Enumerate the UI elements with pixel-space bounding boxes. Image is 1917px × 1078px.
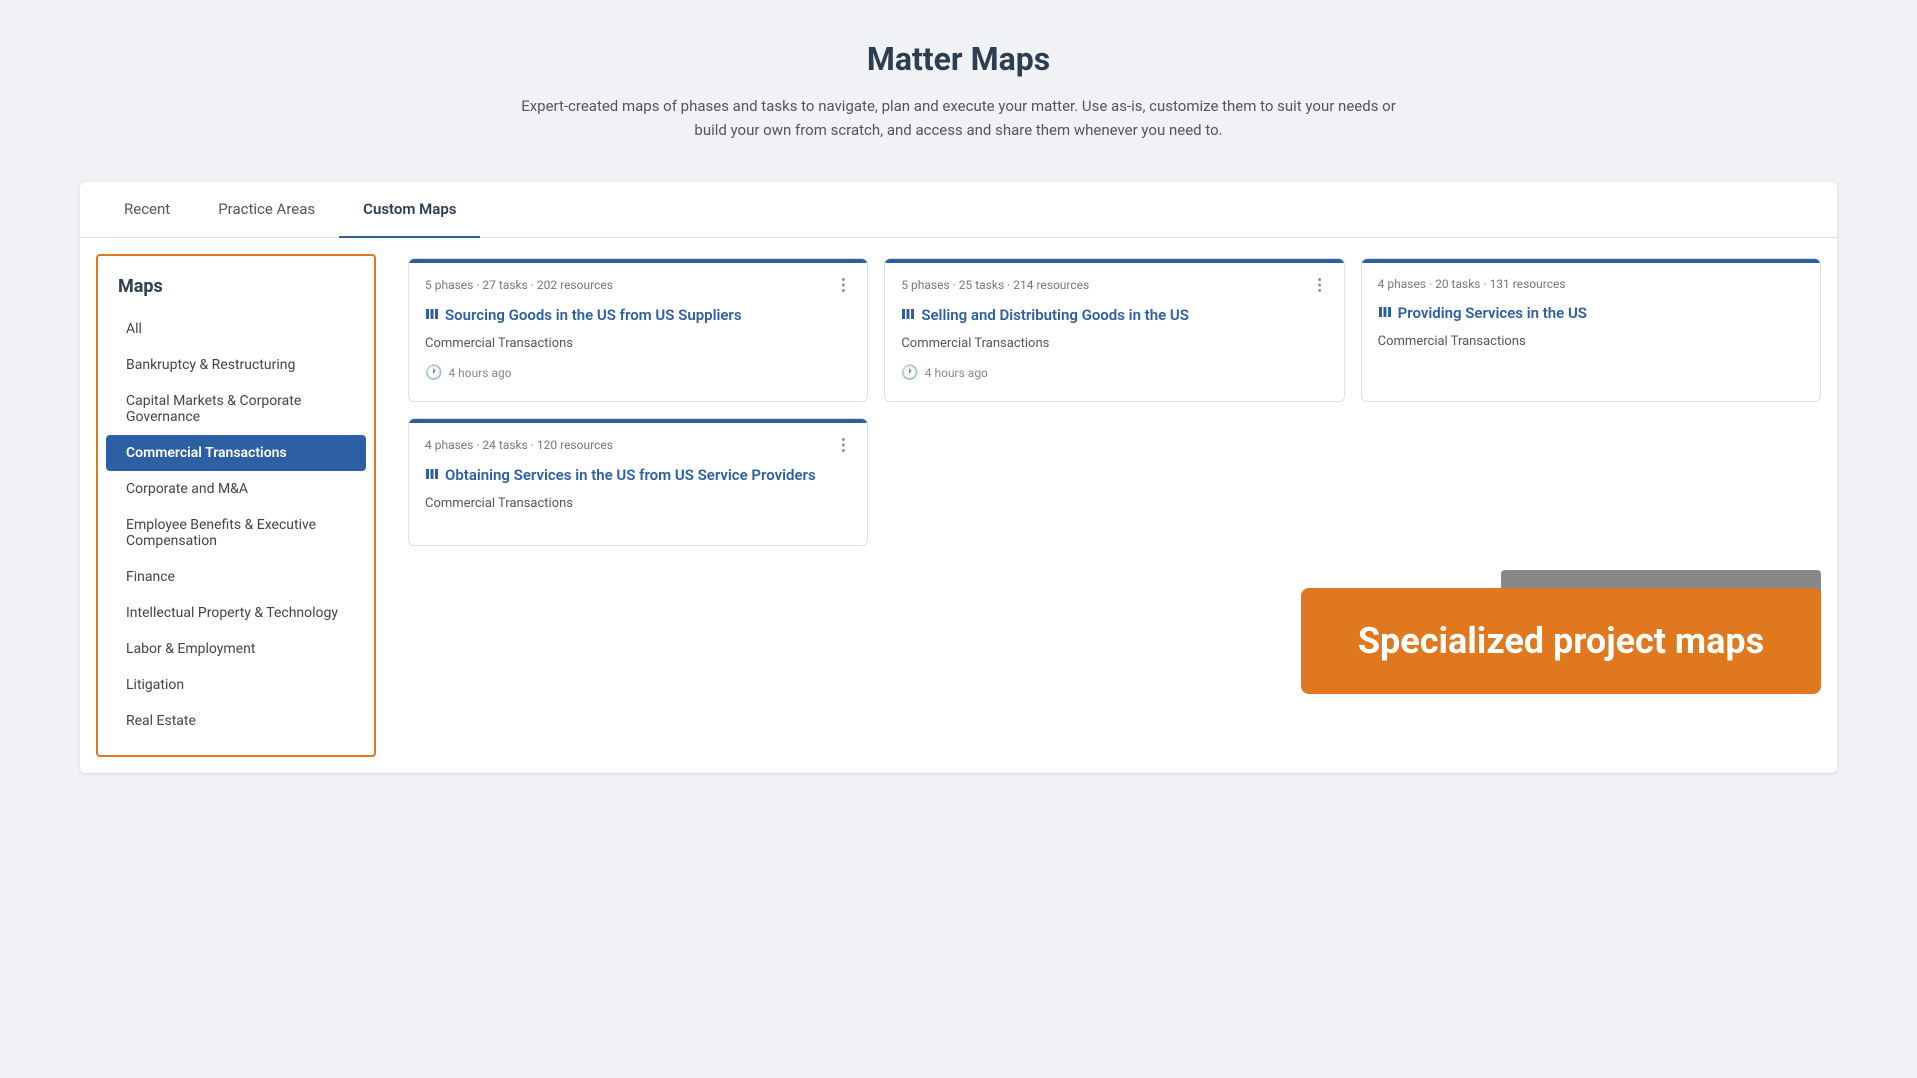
specialized-section: Specialized project maps xyxy=(408,570,1821,694)
card4-more-button[interactable]: ⋮ xyxy=(835,437,851,453)
card4-meta: 4 phases · 24 tasks · 120 resources ⋮ xyxy=(425,437,851,453)
sidebar-item-litigation[interactable]: Litigation xyxy=(106,667,366,703)
maps-area: 5 phases · 27 tasks · 202 resources ⋮ xyxy=(392,238,1837,773)
card1-meta: 5 phases · 27 tasks · 202 resources ⋮ xyxy=(425,277,851,293)
card1-time: 🕐 4 hours ago xyxy=(425,365,851,381)
main-container: Recent Practice Areas Custom Maps Maps A… xyxy=(80,182,1837,773)
map-icon-3 xyxy=(1378,305,1392,319)
specialized-banner[interactable]: Specialized project maps xyxy=(1301,588,1821,694)
card3-meta: 4 phases · 20 tasks · 131 resources xyxy=(1378,277,1804,291)
page-subtitle: Expert-created maps of phases and tasks … xyxy=(509,94,1409,142)
sidebar-item-bankruptcy[interactable]: Bankruptcy & Restructuring xyxy=(106,347,366,383)
card2-title[interactable]: Selling and Distributing Goods in the US xyxy=(901,305,1327,326)
sidebar-item-corporate-ma[interactable]: Corporate and M&A xyxy=(106,471,366,507)
tab-recent[interactable]: Recent xyxy=(100,182,194,238)
content-area: Maps All Bankruptcy & Restructuring Capi… xyxy=(80,238,1837,773)
map-card-3[interactable]: 4 phases · 20 tasks · 131 resources xyxy=(1361,258,1821,402)
sidebar: Maps All Bankruptcy & Restructuring Capi… xyxy=(96,254,376,757)
card3-category: Commercial Transactions xyxy=(1378,334,1804,349)
sidebar-item-real-estate[interactable]: Real Estate xyxy=(106,703,366,739)
sidebar-item-employee-benefits[interactable]: Employee Benefits & Executive Compensati… xyxy=(106,507,366,559)
sidebar-title: Maps xyxy=(98,272,374,311)
card2-category: Commercial Transactions xyxy=(901,336,1327,351)
tabs-bar: Recent Practice Areas Custom Maps xyxy=(80,182,1837,238)
clock-icon-1: 🕐 xyxy=(425,365,442,381)
card1-more-button[interactable]: ⋮ xyxy=(835,277,851,293)
maps-grid: 5 phases · 27 tasks · 202 resources ⋮ xyxy=(408,258,1821,546)
tab-custom-maps[interactable]: Custom Maps xyxy=(339,182,480,238)
card1-title[interactable]: Sourcing Goods in the US from US Supplie… xyxy=(425,305,851,326)
map-icon-4 xyxy=(425,467,439,481)
sidebar-item-commercial-transactions[interactable]: Commercial Transactions xyxy=(106,435,366,471)
card2-more-button[interactable]: ⋮ xyxy=(1312,277,1328,293)
sidebar-item-all[interactable]: All xyxy=(106,311,366,347)
map-icon-1 xyxy=(425,307,439,321)
tab-practice-areas[interactable]: Practice Areas xyxy=(194,182,339,238)
sidebar-item-capital-markets[interactable]: Capital Markets & Corporate Governance xyxy=(106,383,366,435)
map-card-1[interactable]: 5 phases · 27 tasks · 202 resources ⋮ xyxy=(408,258,868,402)
card1-category: Commercial Transactions xyxy=(425,336,851,351)
card4-category: Commercial Transactions xyxy=(425,496,851,511)
sidebar-item-labor-employment[interactable]: Labor & Employment xyxy=(106,631,366,667)
clock-icon-2: 🕐 xyxy=(901,365,918,381)
map-icon-2 xyxy=(901,307,915,321)
card2-time: 🕐 4 hours ago xyxy=(901,365,1327,381)
card2-meta: 5 phases · 25 tasks · 214 resources ⋮ xyxy=(901,277,1327,293)
map-card-4[interactable]: 4 phases · 24 tasks · 120 resources ⋮ xyxy=(408,418,868,546)
card3-title[interactable]: Providing Services in the US xyxy=(1378,303,1804,324)
card4-title[interactable]: Obtaining Services in the US from US Ser… xyxy=(425,465,851,486)
map-card-2[interactable]: 5 phases · 25 tasks · 214 resources ⋮ xyxy=(884,258,1344,402)
page-title: Matter Maps xyxy=(80,40,1837,78)
sidebar-item-finance[interactable]: Finance xyxy=(106,559,366,595)
specialized-banner-text: Specialized project maps xyxy=(1358,620,1764,662)
sidebar-item-intellectual-property[interactable]: Intellectual Property & Technology xyxy=(106,595,366,631)
